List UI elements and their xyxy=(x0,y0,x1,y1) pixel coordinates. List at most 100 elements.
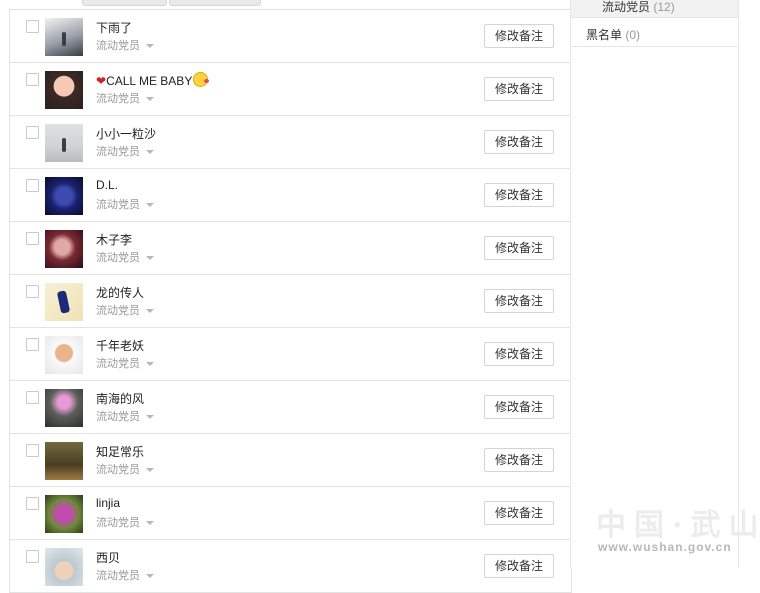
avatar[interactable] xyxy=(45,71,83,109)
edit-remark-button[interactable]: 修改备注 xyxy=(484,183,554,207)
select-checkbox[interactable] xyxy=(26,73,39,86)
group-count: (0) xyxy=(625,28,641,42)
caret-down-icon xyxy=(146,362,154,367)
member-name: D.L. xyxy=(96,178,119,192)
avatar[interactable] xyxy=(45,336,83,374)
member-name: 南海的风 xyxy=(96,392,145,406)
list-item: 南海的风 流动党员 修改备注 xyxy=(10,381,571,434)
edit-remark-button[interactable]: 修改备注 xyxy=(484,77,554,101)
group-dropdown[interactable]: 流动党员 xyxy=(96,90,154,106)
list-item: D.L. 流动党员 修改备注 xyxy=(10,169,571,222)
edit-remark-button[interactable]: 修改备注 xyxy=(484,236,554,260)
sidebar-item-blacklist[interactable]: 黑名单 (0) xyxy=(571,20,738,47)
calligraphy-mark-icon xyxy=(56,290,71,314)
list-item: 龙的传人 流动党员 修改备注 xyxy=(10,275,571,328)
sidebar-item-label: 流动党员 (12) xyxy=(602,0,675,14)
edit-remark-button[interactable]: 修改备注 xyxy=(484,24,554,48)
select-checkbox[interactable] xyxy=(26,338,39,351)
group-dropdown[interactable]: 流动党员 xyxy=(96,196,154,212)
group-dropdown[interactable]: 流动党员 xyxy=(96,514,154,530)
member-name: ❤CALL ME BABY xyxy=(96,72,210,88)
person-figure-icon xyxy=(62,32,66,46)
select-checkbox[interactable] xyxy=(26,444,39,457)
group-dropdown[interactable]: 流动党员 xyxy=(96,355,154,371)
group-label: 流动党员 xyxy=(96,358,140,370)
top-tab-partial-2[interactable] xyxy=(169,0,261,6)
caret-down-icon xyxy=(146,521,154,526)
group-dropdown[interactable]: 流动党员 xyxy=(96,37,154,53)
edit-remark-button[interactable]: 修改备注 xyxy=(484,554,554,578)
watermark-url: www.wushan.gov.cn xyxy=(598,540,732,554)
group-label: 流动党员 xyxy=(96,305,140,317)
list-item: 小小一粒沙 流动党员 修改备注 xyxy=(10,116,571,169)
edit-remark-button[interactable]: 修改备注 xyxy=(484,448,554,472)
watermark-logo: 中国·武山 xyxy=(596,508,760,543)
group-dropdown[interactable]: 流动党员 xyxy=(96,567,154,583)
sidebar-item-floating-members[interactable]: 流动党员 (12) xyxy=(571,0,738,18)
select-checkbox[interactable] xyxy=(26,285,39,298)
member-list: 下雨了 流动党员 修改备注 ❤CALL ME BABY 流动党员 修改备注 小小… xyxy=(9,9,572,593)
select-checkbox[interactable] xyxy=(26,232,39,245)
list-item: 西贝 流动党员 修改备注 xyxy=(10,540,571,593)
avatar[interactable] xyxy=(45,389,83,427)
list-item: ❤CALL ME BABY 流动党员 修改备注 xyxy=(10,63,571,116)
member-name: 龙的传人 xyxy=(96,286,145,300)
member-name: 西贝 xyxy=(96,551,121,565)
avatar[interactable] xyxy=(45,230,83,268)
caret-down-icon xyxy=(146,203,154,208)
edit-remark-button[interactable]: 修改备注 xyxy=(484,130,554,154)
group-label: 流动党员 xyxy=(96,93,140,105)
group-dropdown[interactable]: 流动党员 xyxy=(96,302,154,318)
caret-down-icon xyxy=(146,44,154,49)
member-name: 下雨了 xyxy=(96,21,133,35)
select-checkbox[interactable] xyxy=(26,126,39,139)
edit-remark-button[interactable]: 修改备注 xyxy=(484,501,554,525)
group-label: 流动党员 xyxy=(96,199,140,211)
list-item: 下雨了 流动党员 修改备注 xyxy=(10,10,571,63)
edit-remark-button[interactable]: 修改备注 xyxy=(484,289,554,313)
list-item: 知足常乐 流动党员 修改备注 xyxy=(10,434,571,487)
group-dropdown[interactable]: 流动党员 xyxy=(96,143,154,159)
avatar[interactable] xyxy=(45,283,83,321)
caret-down-icon xyxy=(146,468,154,473)
select-checkbox[interactable] xyxy=(26,179,39,192)
avatar[interactable] xyxy=(45,177,83,215)
heart-emoji: ❤ xyxy=(96,74,107,88)
edit-remark-button[interactable]: 修改备注 xyxy=(484,395,554,419)
avatar[interactable] xyxy=(45,442,83,480)
member-name: 小小一粒沙 xyxy=(96,127,157,141)
caret-down-icon xyxy=(146,574,154,579)
group-dropdown[interactable]: 流动党员 xyxy=(96,249,154,265)
member-name: 木子李 xyxy=(96,233,133,247)
avatar[interactable] xyxy=(45,495,83,533)
group-label: 流动党员 xyxy=(96,146,140,158)
group-label: 流动党员 xyxy=(96,411,140,423)
avatar[interactable] xyxy=(45,18,83,56)
avatar[interactable] xyxy=(45,548,83,586)
group-dropdown[interactable]: 流动党员 xyxy=(96,408,154,424)
group-dropdown[interactable]: 流动党员 xyxy=(96,461,154,477)
caret-down-icon xyxy=(146,309,154,314)
list-item: linjia 流动党员 修改备注 xyxy=(10,487,571,540)
group-label: 流动党员 xyxy=(96,464,140,476)
wink-kiss-emoji-icon xyxy=(193,72,210,87)
group-label: 流动党员 xyxy=(96,517,140,529)
top-tab-partial-1[interactable] xyxy=(82,0,167,6)
group-sidebar: 流动党员 (12) 黑名单 (0) xyxy=(570,0,739,568)
avatar[interactable] xyxy=(45,124,83,162)
select-checkbox[interactable] xyxy=(26,20,39,33)
group-count: (12) xyxy=(653,0,675,14)
edit-remark-button[interactable]: 修改备注 xyxy=(484,342,554,366)
group-label: 流动党员 xyxy=(96,570,140,582)
group-label: 流动党员 xyxy=(96,40,140,52)
member-name: linjia xyxy=(96,496,121,510)
list-item: 千年老妖 流动党员 修改备注 xyxy=(10,328,571,381)
select-checkbox[interactable] xyxy=(26,391,39,404)
caret-down-icon xyxy=(146,256,154,261)
caret-down-icon xyxy=(146,150,154,155)
select-checkbox[interactable] xyxy=(26,497,39,510)
caret-down-icon xyxy=(146,97,154,102)
select-checkbox[interactable] xyxy=(26,550,39,563)
caret-down-icon xyxy=(146,415,154,420)
member-name: 知足常乐 xyxy=(96,445,145,459)
